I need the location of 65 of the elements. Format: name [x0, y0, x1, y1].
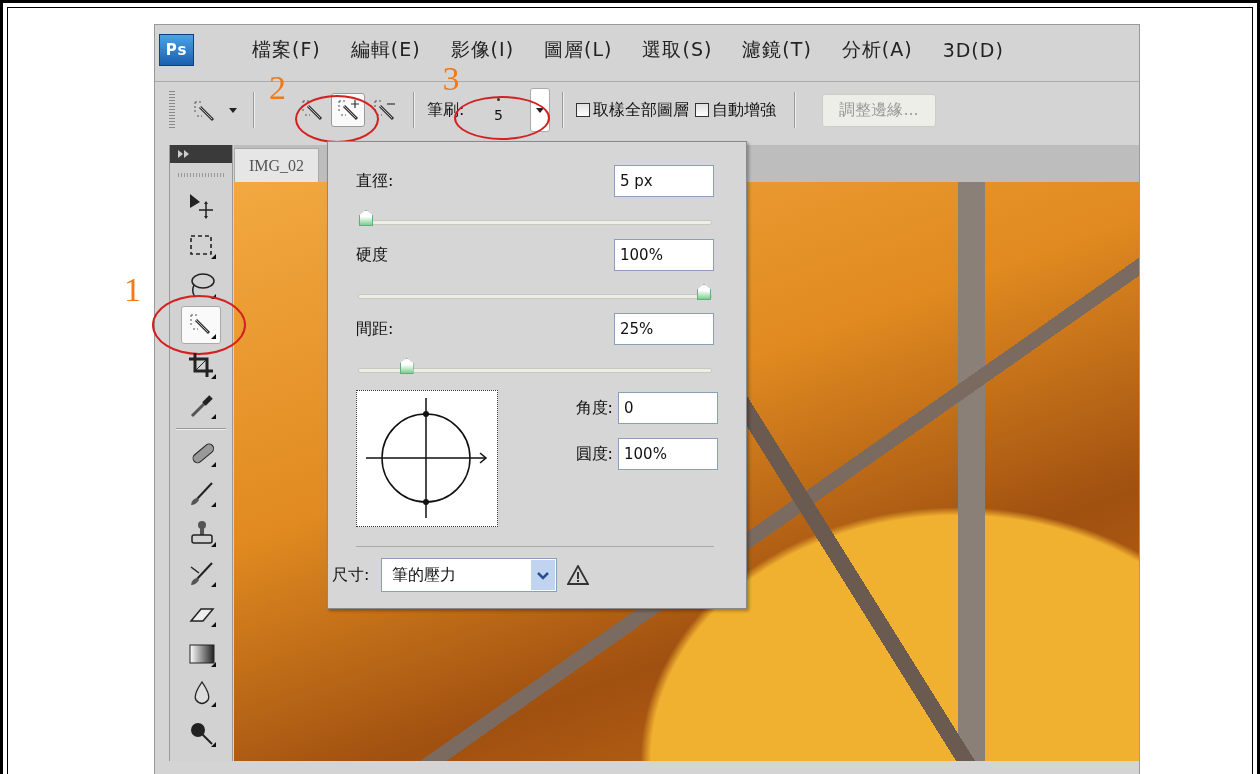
annotation-number: 2 — [269, 71, 286, 105]
menu-item[interactable]: 濾鏡(T) — [742, 37, 812, 63]
annotation-number: 1 — [124, 273, 141, 307]
corner-triangle-icon — [211, 414, 216, 419]
document-tab[interactable]: IMG_02 — [234, 148, 320, 182]
checkbox-option[interactable]: 自動增強 — [695, 99, 777, 121]
checkbox[interactable] — [695, 103, 710, 117]
corner-triangle-icon — [211, 374, 216, 379]
annotation-number: 3 — [442, 62, 460, 96]
magic-wand-icon — [191, 98, 215, 122]
selection-mode-button[interactable] — [331, 93, 365, 127]
corner-triangle-icon — [211, 742, 216, 747]
corner-triangle-icon — [211, 702, 216, 707]
setting-label: 圓度: — [575, 443, 613, 465]
brush-size: 5 — [493, 106, 503, 123]
corner-triangle-icon — [211, 622, 216, 627]
slider-track[interactable] — [358, 356, 712, 376]
app-logo[interactable]: Ps — [159, 34, 194, 66]
corner-triangle-icon — [211, 502, 216, 507]
size-dropdown[interactable]: 筆的壓力 — [381, 558, 558, 592]
tool-button[interactable] — [181, 306, 221, 344]
slider-track[interactable] — [358, 208, 712, 228]
corner-triangle-icon — [211, 542, 216, 547]
wand-plus-icon — [335, 97, 361, 123]
corner-triangle-icon — [211, 462, 216, 467]
warning-icon — [567, 565, 590, 585]
move-icon — [187, 191, 215, 219]
slider-thumb[interactable] — [359, 210, 373, 226]
setting-label: 間距: — [356, 318, 394, 340]
menu-item[interactable]: 圖層(L) — [544, 37, 613, 63]
setting-label: 硬度 — [356, 244, 388, 266]
magic-wand-icon — [299, 97, 325, 123]
expand-icon — [178, 150, 189, 158]
menu-item[interactable]: 選取(S) — [642, 37, 713, 63]
setting-label: 尺寸: — [332, 564, 370, 586]
setting-label: 直徑: — [356, 170, 394, 192]
slider-track[interactable] — [358, 282, 712, 302]
checkbox-option[interactable]: 取樣全部圖層 — [576, 99, 690, 121]
value-field[interactable]: 100% — [618, 438, 718, 470]
corner-triangle-icon — [211, 662, 216, 667]
menu-item[interactable]: 檔案(F) — [252, 37, 321, 63]
caret-icon — [229, 107, 237, 113]
corner-triangle-icon — [211, 334, 216, 339]
caret-icon — [536, 107, 545, 113]
value-field[interactable]: 5 px — [614, 165, 714, 197]
brush-tip-icon — [496, 97, 500, 101]
toolbox-header[interactable] — [170, 145, 232, 163]
slider-thumb[interactable] — [697, 284, 711, 300]
value-field[interactable]: 0 — [618, 392, 718, 424]
value-field[interactable]: 25% — [614, 313, 714, 345]
slider-thumb[interactable] — [399, 358, 414, 374]
crop-icon — [187, 351, 215, 379]
chevron-down-icon — [537, 570, 550, 580]
setting-label: 角度: — [575, 397, 613, 419]
menu-item[interactable]: 3D(D) — [942, 39, 1004, 61]
checkbox[interactable] — [576, 103, 591, 117]
toolbox-grip[interactable] — [178, 173, 224, 177]
menu-item[interactable]: 編輯(E) — [350, 37, 421, 63]
value-field[interactable]: 100% — [614, 239, 714, 271]
menu-item[interactable]: 分析(A) — [841, 37, 913, 63]
menu-item[interactable]: 影像(I) — [450, 37, 515, 63]
wand-minus-icon — [371, 97, 397, 123]
brush-picker[interactable]: 5 — [466, 88, 551, 132]
corner-triangle-icon — [211, 582, 216, 587]
corner-triangle-icon — [211, 254, 216, 259]
